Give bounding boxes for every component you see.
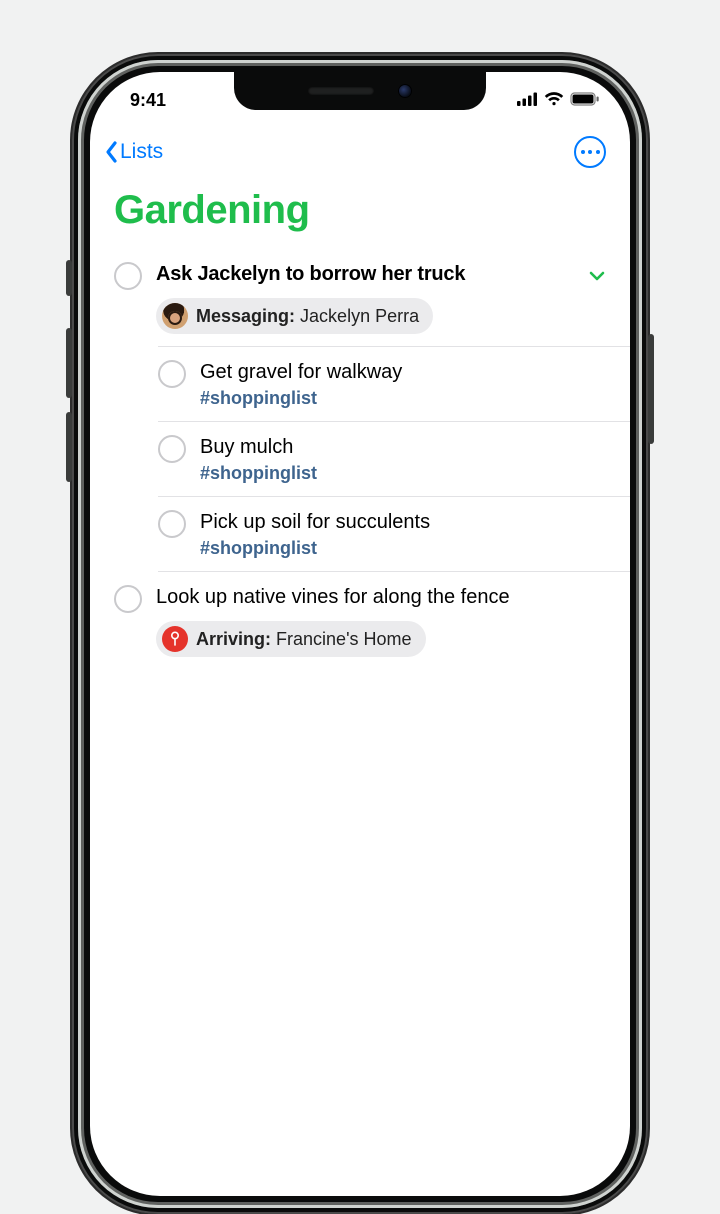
reminder-title: Ask Jackelyn to borrow her truck bbox=[156, 261, 574, 288]
reminder-row[interactable]: Ask Jackelyn to borrow her truck Messagi… bbox=[90, 249, 630, 346]
subtask-tag[interactable]: #shoppinglist bbox=[200, 463, 606, 484]
chip-value: Jackelyn Perra bbox=[300, 306, 419, 326]
phone-frame: 9:41 Lists bbox=[72, 54, 648, 1214]
back-button[interactable]: Lists bbox=[104, 140, 163, 164]
subtask-title: Pick up soil for succulents bbox=[200, 509, 606, 536]
subtask-row[interactable]: Buy mulch #shoppinglist bbox=[90, 422, 630, 496]
complete-toggle[interactable] bbox=[158, 510, 186, 538]
ellipsis-icon bbox=[581, 150, 600, 154]
app-content: Lists Gardening Ask Jackelyn to borrow h… bbox=[90, 122, 630, 1196]
reminder-row[interactable]: Look up native vines for along the fence… bbox=[90, 572, 630, 669]
status-time: 9:41 bbox=[130, 90, 166, 111]
chip-label: Arriving: bbox=[196, 629, 271, 649]
subtask-row[interactable]: Pick up soil for succulents #shoppinglis… bbox=[90, 497, 630, 571]
complete-toggle[interactable] bbox=[114, 585, 142, 613]
earpiece-speaker bbox=[308, 87, 374, 95]
complete-toggle[interactable] bbox=[158, 435, 186, 463]
reminders-list: Ask Jackelyn to borrow her truck Messagi… bbox=[90, 249, 630, 669]
location-chip[interactable]: Arriving: Francine's Home bbox=[156, 621, 426, 657]
location-pin-icon bbox=[162, 626, 188, 652]
wifi-icon bbox=[544, 90, 564, 111]
chip-value: Francine's Home bbox=[276, 629, 411, 649]
power-button bbox=[648, 334, 654, 444]
volume-up-button bbox=[66, 328, 72, 398]
page-title: Gardening bbox=[90, 174, 630, 249]
messaging-chip[interactable]: Messaging: Jackelyn Perra bbox=[156, 298, 433, 334]
chevron-left-icon bbox=[104, 140, 118, 164]
chevron-down-icon bbox=[588, 267, 606, 285]
complete-toggle[interactable] bbox=[158, 360, 186, 388]
back-label: Lists bbox=[120, 140, 163, 164]
subtask-tag[interactable]: #shoppinglist bbox=[200, 388, 606, 409]
volume-down-button bbox=[66, 412, 72, 482]
subtask-row[interactable]: Get gravel for walkway #shoppinglist bbox=[90, 347, 630, 421]
more-options-button[interactable] bbox=[574, 136, 606, 168]
cellular-icon bbox=[517, 90, 538, 111]
subtask-title: Buy mulch bbox=[200, 434, 606, 461]
complete-toggle[interactable] bbox=[114, 262, 142, 290]
screen: 9:41 Lists bbox=[90, 72, 630, 1196]
contact-avatar bbox=[162, 303, 188, 329]
notch bbox=[234, 72, 486, 110]
chip-label: Messaging: bbox=[196, 306, 295, 326]
battery-icon bbox=[570, 90, 600, 111]
nav-bar: Lists bbox=[90, 136, 630, 174]
ringer-switch bbox=[66, 260, 72, 296]
reminder-title: Look up native vines for along the fence bbox=[156, 584, 606, 611]
front-camera bbox=[398, 84, 412, 98]
subtask-tag[interactable]: #shoppinglist bbox=[200, 538, 606, 559]
subtask-title: Get gravel for walkway bbox=[200, 359, 606, 386]
expand-subtasks-button[interactable] bbox=[588, 267, 606, 285]
